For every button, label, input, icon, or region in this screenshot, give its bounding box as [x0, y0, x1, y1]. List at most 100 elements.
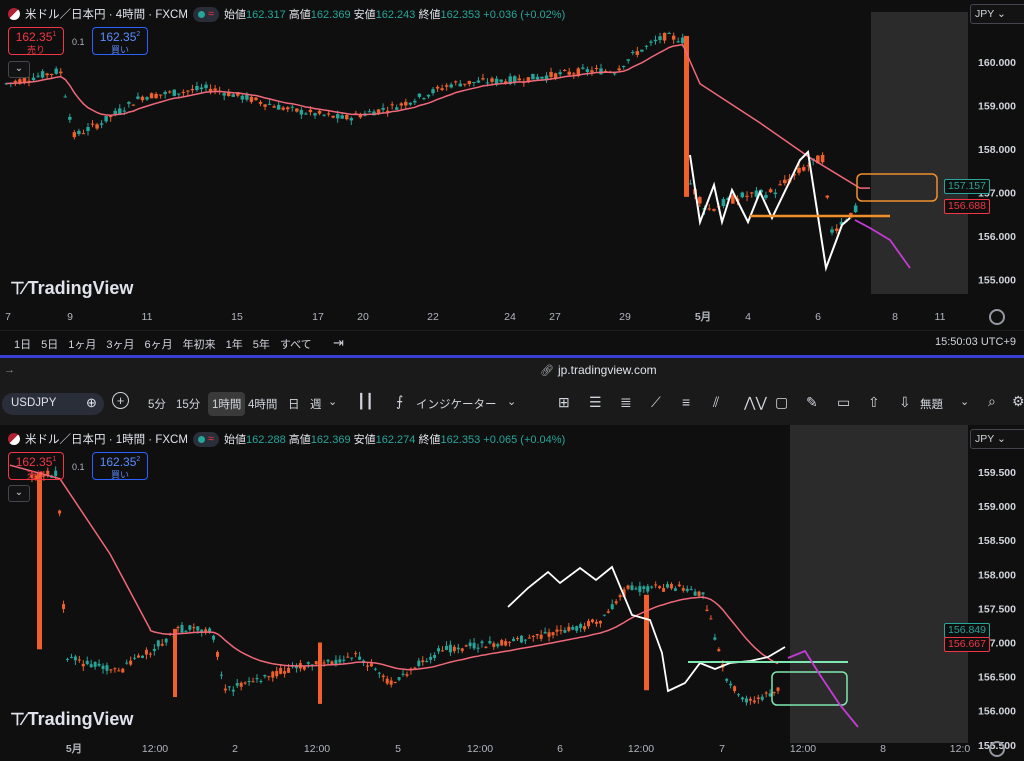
range-button-0[interactable]: 1日	[14, 336, 31, 352]
indicators-icon[interactable]: ⨍	[396, 393, 403, 410]
bottom-candle	[701, 592, 705, 595]
top-sell-button[interactable]: 162.351 売り	[8, 27, 64, 55]
top-x-tick-label: 7	[5, 311, 11, 323]
bottom-candle	[448, 644, 452, 653]
range-button-7[interactable]: 5年	[253, 336, 270, 352]
top-chart-canvas[interactable]: 160.000159.000158.000157.000156.000155.0…	[0, 0, 1024, 330]
top-tag-green: 157.157	[944, 179, 990, 194]
symbol-alert-icon[interactable]: ⊕	[86, 395, 97, 411]
top-candle	[404, 101, 408, 106]
forward-arrow-icon[interactable]: →	[4, 364, 15, 376]
top-candle	[77, 130, 81, 135]
top-candle	[830, 229, 834, 233]
bottom-candle	[737, 694, 741, 696]
layout-dropdown-icon[interactable]: ⌄	[960, 395, 969, 408]
top-currency-select[interactable]: JPY ⌄	[970, 4, 1024, 24]
bottom-currency-select[interactable]: JPY ⌄	[970, 429, 1024, 449]
bottom-candle	[697, 591, 701, 596]
interval-dropdown-icon[interactable]: ⌄	[328, 395, 337, 408]
bottom-candle	[73, 656, 77, 661]
interval-button-3[interactable]: 4時間	[248, 396, 277, 412]
bottom-candle	[464, 645, 468, 647]
top-buy-button[interactable]: 162.352 買い	[92, 27, 148, 55]
rectangle-icon[interactable]: ▢	[775, 394, 788, 411]
interval-button-0[interactable]: 5分	[148, 396, 166, 412]
top-candle	[118, 108, 122, 114]
top-settings-gear-icon[interactable]	[989, 309, 1005, 325]
bottom-candle	[571, 626, 575, 630]
layout-name[interactable]: 無題	[920, 396, 943, 412]
arrow-down-icon[interactable]: ⇩	[899, 394, 911, 411]
candle-style-icon[interactable]: ┃┃	[357, 393, 374, 410]
top-candle	[499, 79, 503, 82]
settings-icon[interactable]: ⚙︎	[1012, 393, 1024, 410]
price-label-icon[interactable]: ≣	[620, 394, 632, 411]
top-candle	[263, 104, 267, 107]
bottom-candle	[393, 681, 397, 683]
top-candle	[540, 76, 544, 79]
interval-button-2[interactable]: 1時間	[208, 392, 246, 416]
top-collapse-legend-button[interactable]: ⌄	[8, 61, 30, 78]
range-button-8[interactable]: すべて	[280, 336, 312, 352]
bottom-candle	[121, 668, 125, 673]
bottom-settings-gear-icon[interactable]	[989, 741, 1005, 757]
top-market-status[interactable]: ≈	[192, 6, 219, 22]
channel-icon[interactable]: ⫽	[713, 394, 719, 411]
bottom-candle	[579, 624, 583, 628]
fib-lines-icon[interactable]: ≡	[682, 394, 690, 410]
indicators-button[interactable]: インジケーター	[416, 396, 497, 412]
top-candle	[399, 103, 403, 106]
bottom-sell-button[interactable]: 162.351 売り	[8, 452, 64, 480]
arrow-up-icon[interactable]: ⇧	[868, 394, 880, 411]
top-candle	[463, 83, 467, 85]
range-button-4[interactable]: 6ヶ月	[145, 336, 173, 352]
bottom-candle	[559, 629, 563, 631]
interval-button-4[interactable]: 日	[288, 396, 300, 412]
range-button-5[interactable]: 年初来	[183, 336, 216, 352]
bottom-future-zone	[790, 425, 968, 743]
bottom-candle	[441, 650, 444, 652]
range-button-6[interactable]: 1年	[226, 336, 243, 352]
top-candle	[394, 107, 399, 110]
bottom-market-status[interactable]: ≈	[192, 431, 219, 447]
bottom-candle	[227, 686, 231, 688]
usd-jpy-flag-icon	[8, 433, 20, 445]
add-symbol-icon[interactable]: +	[112, 392, 129, 409]
bottom-chart-panel[interactable]: 159.500 159.000 158.500 158.000 157.500 157.0…	[0, 425, 1024, 761]
symbol-search-box[interactable]: USDJPY ⊕	[2, 393, 104, 415]
magnifier-icon[interactable]: ⌕	[988, 393, 996, 410]
horizontal-line-icon[interactable]: ☰	[589, 394, 602, 411]
clock-readout[interactable]: 15:50:03 UTC+9	[935, 336, 1016, 348]
top-candle	[267, 103, 272, 105]
bottom-candle	[271, 671, 275, 678]
trend-line-icon[interactable]: ⟋	[651, 394, 661, 411]
range-button-2[interactable]: 1ヶ月	[68, 336, 96, 352]
callout-icon[interactable]: ▭	[837, 394, 850, 411]
top-candle	[590, 70, 594, 73]
date-range-icon[interactable]: ⇥	[333, 335, 344, 351]
indicators-dropdown-icon[interactable]: ⌄	[507, 395, 516, 408]
top-candle	[485, 82, 490, 84]
bottom-candle	[101, 665, 105, 669]
bottom-candle	[314, 661, 318, 664]
interval-button-5[interactable]: 週	[310, 396, 322, 412]
top-candle	[45, 73, 49, 76]
zigzag-icon[interactable]: ⋀⋁	[744, 394, 767, 411]
crosshair-icon[interactable]: ⊞	[558, 394, 570, 411]
top-candle	[422, 98, 426, 100]
range-button-1[interactable]: 5日	[41, 336, 58, 352]
range-button-3[interactable]: 3ヶ月	[106, 336, 134, 352]
bottom-candle	[480, 641, 484, 644]
bottom-candle	[247, 680, 251, 682]
bottom-chart-canvas[interactable]: 159.500159.000158.500158.000157.500157.0…	[0, 425, 1024, 761]
page-url[interactable]: jp.tradingview.com	[558, 363, 657, 377]
brush-icon[interactable]: ✎	[806, 394, 818, 411]
bottom-collapse-legend-button[interactable]: ⌄	[8, 485, 30, 502]
bottom-candle	[658, 586, 662, 589]
bottom-buy-button[interactable]: 162.352 買い	[92, 452, 148, 480]
top-candle	[22, 78, 27, 83]
bottom-x-tick-label: 12:00	[304, 743, 330, 755]
interval-button-1[interactable]: 15分	[176, 396, 200, 412]
top-chart-panel[interactable]: 160.000 159.000 158.000 157.000 156.000 155.0…	[0, 0, 1024, 355]
bottom-candle	[433, 654, 437, 658]
